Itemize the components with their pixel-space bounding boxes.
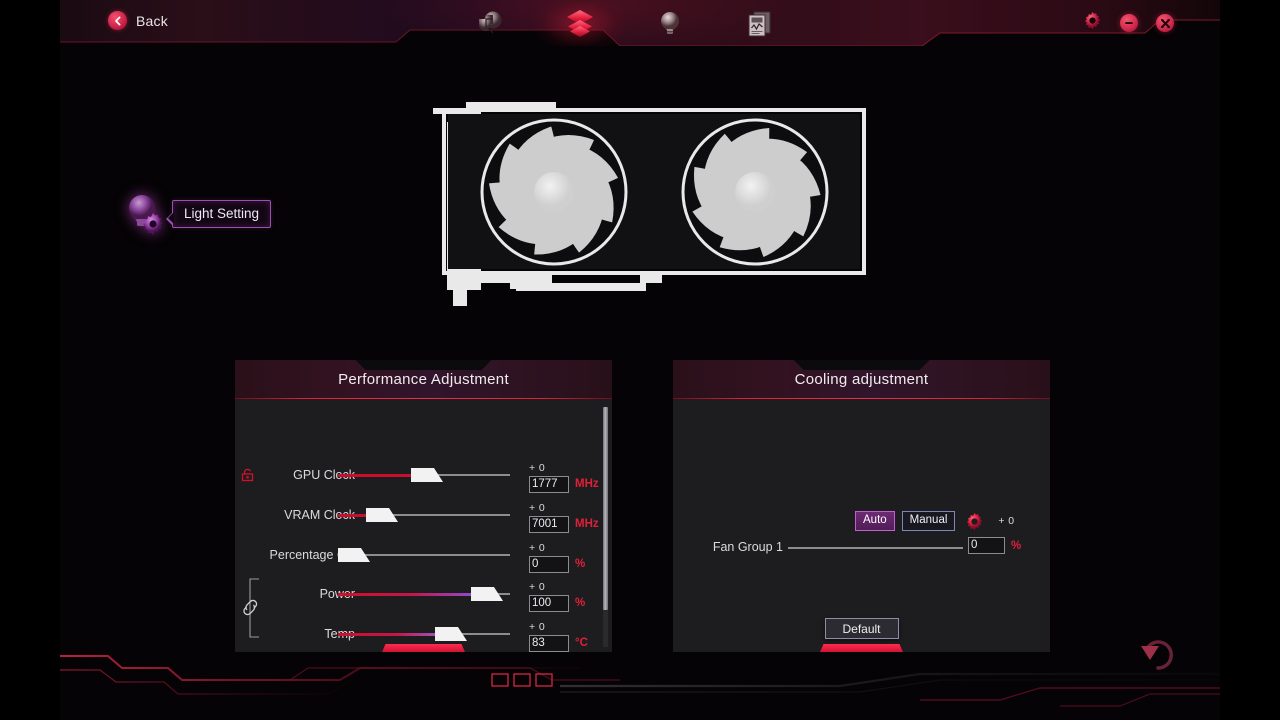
performance-panel-body: GPU Clock + 0 1777 MHz VRAM Clock + 0 70… bbox=[235, 399, 612, 652]
slider-handle[interactable] bbox=[338, 548, 370, 562]
nav-item-lighting[interactable] bbox=[625, 0, 715, 46]
slider-percentage-ov[interactable] bbox=[338, 546, 510, 564]
light-setting-control[interactable]: Light Setting bbox=[122, 190, 272, 238]
offset-gpu-clock: + 0 bbox=[529, 461, 546, 474]
unit-fan-group-1: % bbox=[1011, 539, 1022, 552]
value-box-percentage-ov: + 0 0 % bbox=[529, 538, 612, 573]
row-percentage-ov: Percentage OV + 0 0 % bbox=[235, 535, 612, 575]
light-setting-label: Light Setting bbox=[165, 200, 272, 228]
slider-fill bbox=[338, 633, 445, 636]
cooling-apply-button[interactable] bbox=[817, 644, 906, 652]
app-root: Back Light Setting Performance Adjustmen… bbox=[0, 0, 1280, 720]
unit-gpu-clock: MHz bbox=[575, 478, 599, 490]
row-fan-group-1: Fan Group 1 0 % bbox=[673, 537, 1050, 559]
value-box-fan-group-1: 0 % bbox=[968, 537, 1021, 554]
slider-vram-clock[interactable] bbox=[338, 506, 510, 524]
letterbox-left bbox=[0, 0, 60, 720]
slider-temp[interactable] bbox=[338, 625, 510, 643]
nav-icon-group bbox=[445, 0, 805, 46]
value-input-fan-group-1[interactable]: 0 bbox=[968, 537, 1005, 554]
slider-handle[interactable] bbox=[435, 627, 467, 641]
value-input-vram-clock[interactable]: 7001 bbox=[529, 515, 569, 533]
value-box-vram-clock: + 0 7001 MHz bbox=[529, 498, 612, 533]
gear-icon bbox=[1083, 11, 1102, 35]
back-button[interactable]: Back bbox=[108, 11, 168, 30]
settings-button[interactable] bbox=[1083, 11, 1102, 35]
lock-icon[interactable] bbox=[240, 467, 258, 483]
slider-handle[interactable] bbox=[366, 508, 398, 522]
value-input-percentage-ov[interactable]: 0 bbox=[529, 555, 569, 573]
value-box-gpu-clock: + 0 1777 MHz bbox=[529, 458, 612, 493]
slider-gpu-clock[interactable] bbox=[338, 466, 510, 484]
performance-scrollbar[interactable] bbox=[603, 407, 608, 647]
circular-reset-arrow-icon[interactable] bbox=[1138, 635, 1178, 675]
unit-temp: °C bbox=[575, 637, 588, 649]
light-bulb-gear-icon bbox=[122, 190, 168, 238]
fan-mode-auto-button[interactable]: Auto bbox=[855, 511, 895, 531]
back-label: Back bbox=[136, 12, 168, 29]
fan-mode-group: Auto Manual + 0 bbox=[855, 511, 1014, 531]
header-bar: Back bbox=[60, 0, 1220, 46]
offset-percentage-ov: + 0 bbox=[529, 541, 546, 554]
performance-panel-header: Performance Adjustment bbox=[235, 360, 612, 399]
nav-item-oc-scanner[interactable] bbox=[535, 0, 625, 46]
letterbox-right bbox=[1220, 0, 1280, 720]
unit-vram-clock: MHz bbox=[575, 518, 599, 530]
slider-fill bbox=[338, 593, 480, 596]
fan-mode-manual-button[interactable]: Manual bbox=[901, 511, 956, 531]
close-button[interactable] bbox=[1156, 14, 1174, 32]
graphics-card-illustration bbox=[430, 100, 870, 325]
app-window: Back Light Setting Performance Adjustmen… bbox=[60, 0, 1220, 720]
cooling-panel-header: Cooling adjustment bbox=[673, 360, 1050, 399]
value-input-temp[interactable]: 83 bbox=[529, 634, 569, 652]
slider-power[interactable] bbox=[338, 585, 510, 603]
row-vram-clock: VRAM Clock + 0 7001 MHz bbox=[235, 495, 612, 535]
value-input-gpu-clock[interactable]: 1777 bbox=[529, 475, 569, 493]
unit-power: % bbox=[575, 597, 586, 609]
close-icon bbox=[1156, 14, 1174, 32]
scrollbar-thumb[interactable] bbox=[603, 407, 608, 610]
fan-settings-gear-icon[interactable] bbox=[965, 512, 984, 531]
row-label-fan-group-1: Fan Group 1 bbox=[712, 540, 783, 554]
performance-panel-title: Performance Adjustment bbox=[338, 371, 509, 388]
offset-temp: + 0 bbox=[529, 620, 546, 633]
slider-track bbox=[788, 547, 963, 549]
minus-icon bbox=[1120, 14, 1138, 32]
slider-handle[interactable] bbox=[411, 468, 443, 482]
row-gpu-clock: GPU Clock + 0 1777 MHz bbox=[235, 455, 612, 495]
cooling-adjustment-panel: Cooling adjustment Auto Manual + 0 Fan G… bbox=[673, 360, 1050, 652]
nav-item-monitoring[interactable] bbox=[715, 0, 805, 46]
dual-fan-graphics-card bbox=[433, 102, 866, 306]
minimize-button[interactable] bbox=[1120, 14, 1138, 32]
fan-offset-label: + 0 bbox=[998, 515, 1015, 527]
performance-adjustment-panel: Performance Adjustment GPU Clock + 0 177… bbox=[235, 360, 612, 652]
monitor-chart-icon bbox=[746, 8, 774, 38]
offset-power: + 0 bbox=[529, 580, 546, 593]
window-controls bbox=[1083, 11, 1174, 35]
chevron-left-icon bbox=[108, 11, 127, 30]
slider-fan-group-1[interactable] bbox=[788, 540, 963, 556]
nav-item-tuning[interactable] bbox=[445, 0, 535, 46]
unit-percentage-ov: % bbox=[575, 558, 586, 570]
value-box-temp: + 0 83 °C bbox=[529, 617, 612, 652]
power-temp-link-group[interactable] bbox=[243, 577, 273, 639]
cooling-panel-body: Auto Manual + 0 Fan Group 1 0 % Default bbox=[673, 399, 1050, 652]
row-power: Power + 0 100 % bbox=[235, 574, 612, 614]
value-input-power[interactable]: 100 bbox=[529, 594, 569, 612]
offset-vram-clock: + 0 bbox=[529, 501, 546, 514]
value-box-power: + 0 100 % bbox=[529, 577, 612, 612]
layers-icon bbox=[564, 7, 596, 39]
slider-handle[interactable] bbox=[471, 587, 503, 601]
performance-apply-button[interactable] bbox=[379, 644, 468, 652]
default-button[interactable]: Default bbox=[824, 618, 899, 639]
lightbulb-icon bbox=[656, 8, 684, 38]
puzzle-tuning-icon bbox=[475, 8, 505, 38]
cooling-panel-title: Cooling adjustment bbox=[794, 371, 929, 388]
